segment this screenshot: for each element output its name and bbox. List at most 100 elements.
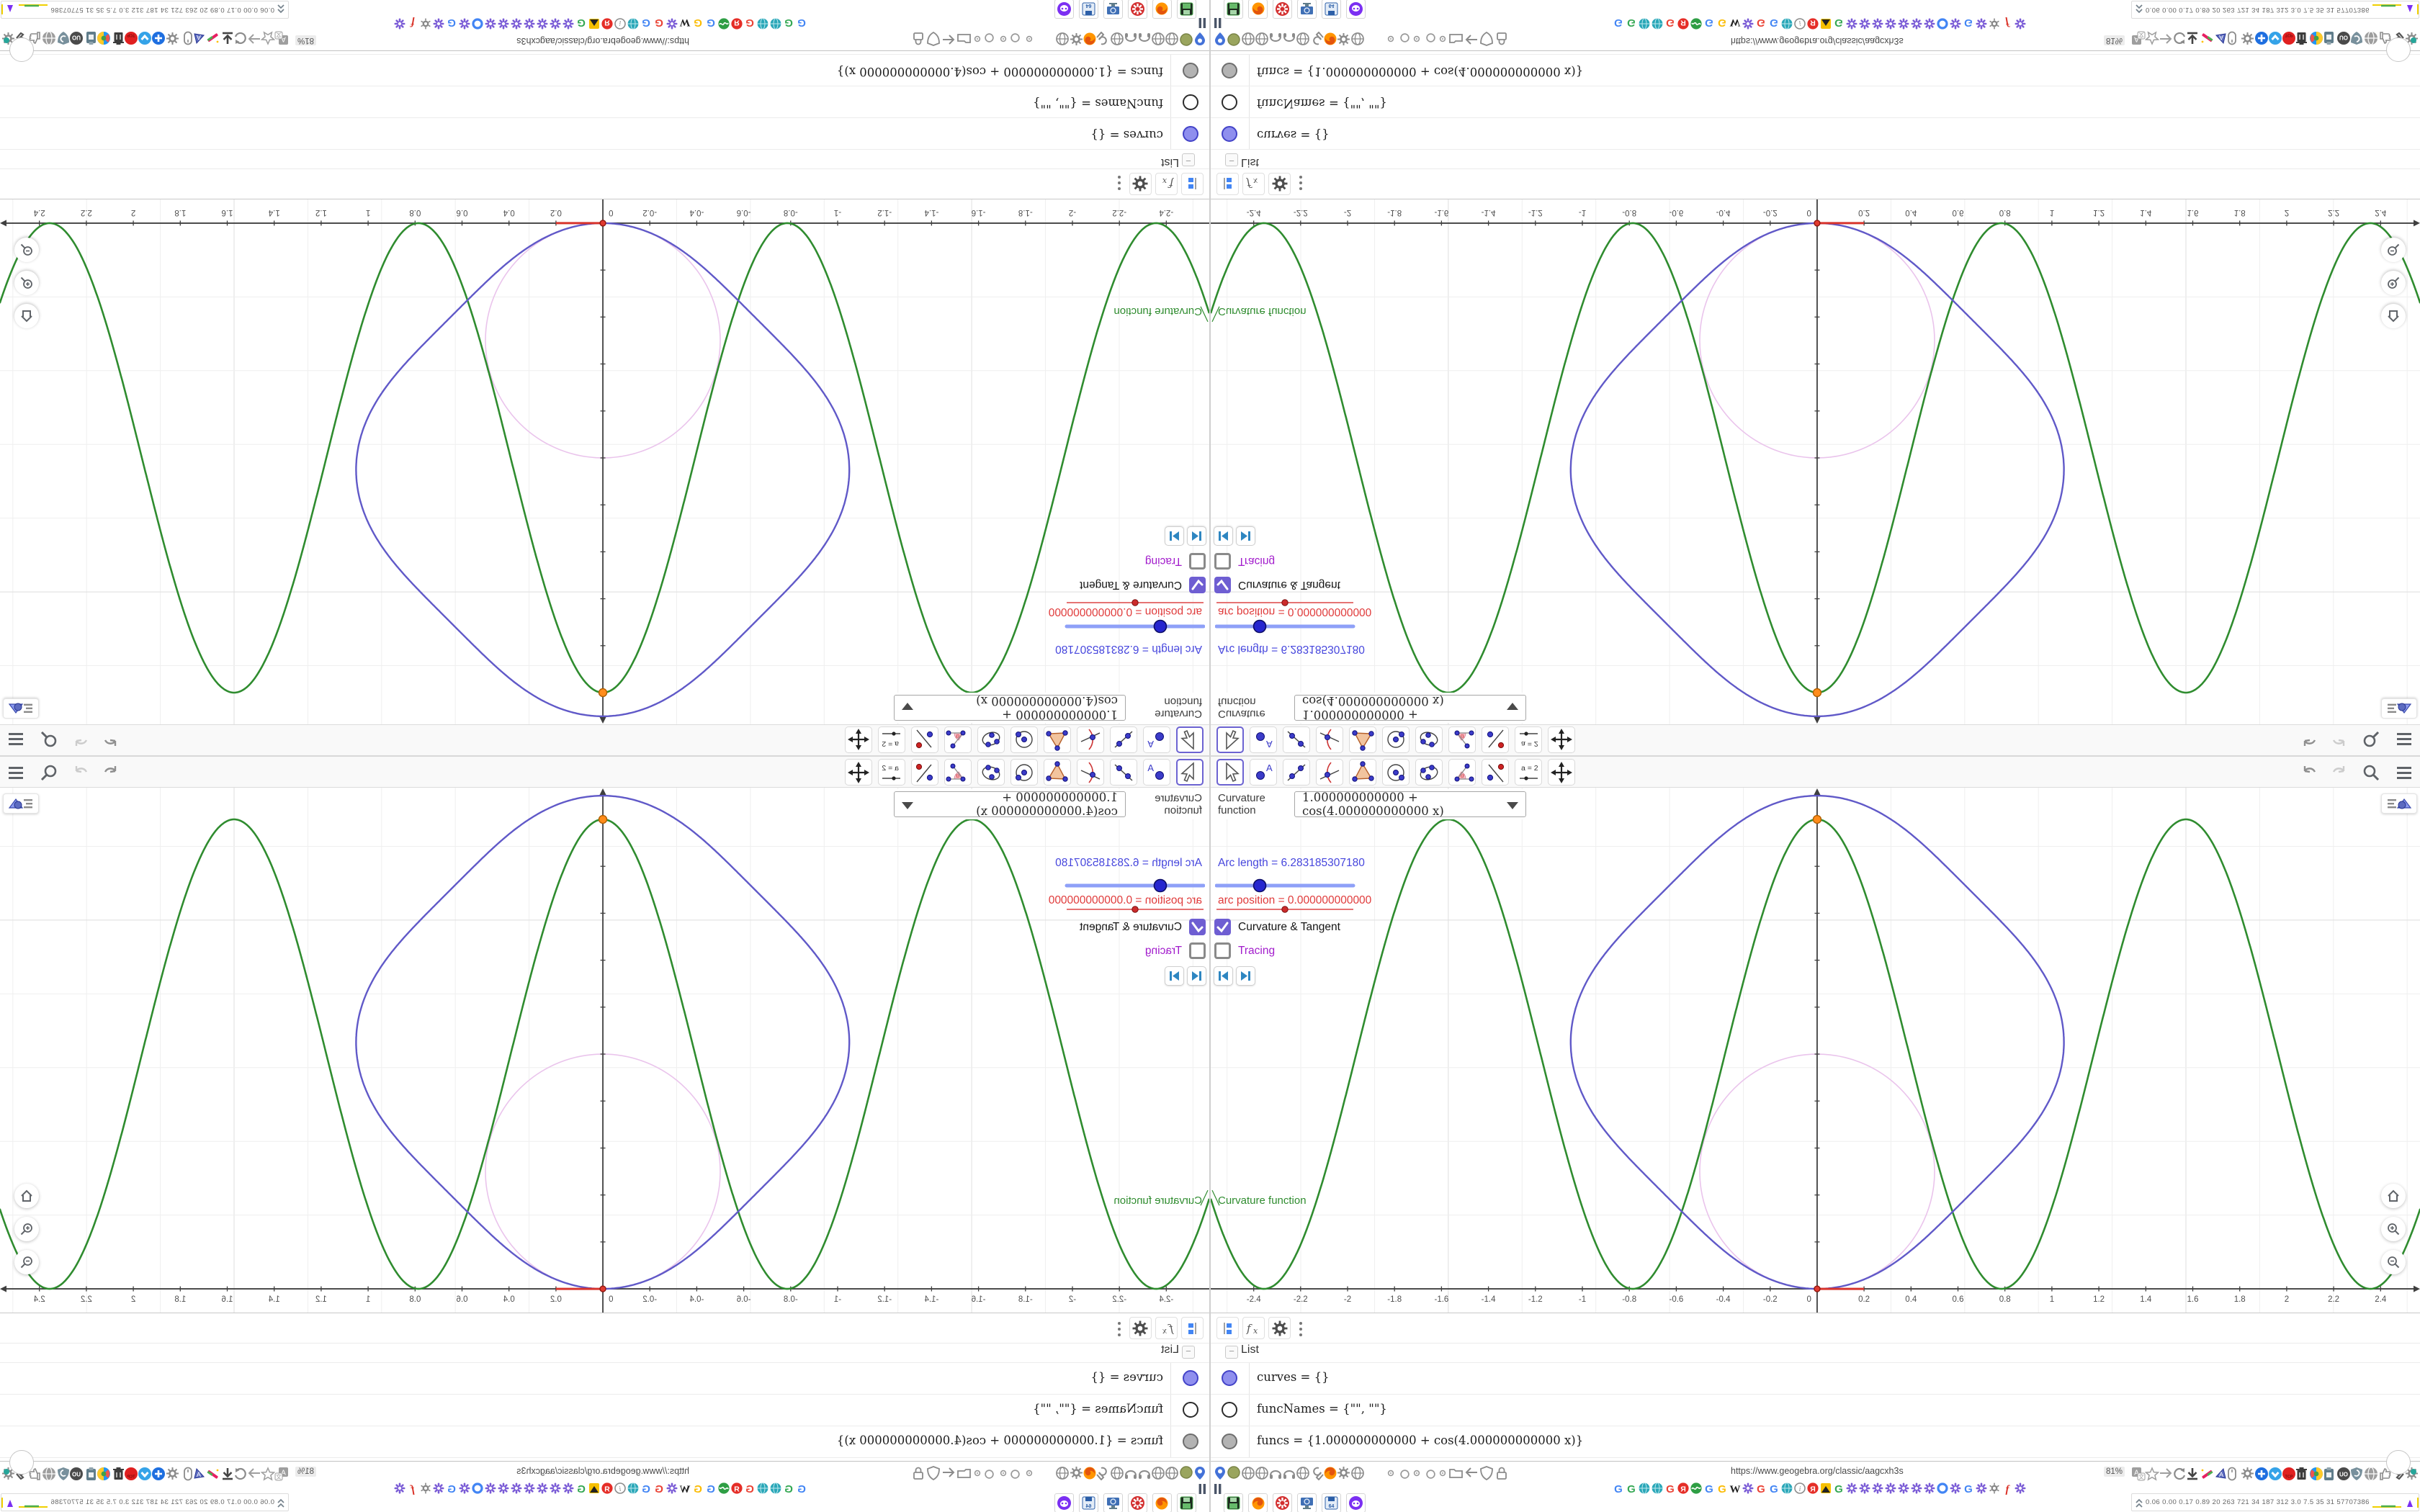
visibility-toggle[interactable] — [1183, 1402, 1198, 1418]
flower-icon[interactable] — [1898, 18, 1909, 30]
gear-fav-icon[interactable] — [1989, 1482, 2000, 1494]
skip-start-button[interactable] — [1187, 966, 1206, 986]
globe-color-icon[interactable] — [97, 31, 111, 45]
grid-yb-icon[interactable] — [588, 1482, 600, 1494]
gear-sm-icon[interactable] — [2241, 1467, 2254, 1480]
ud-icon[interactable]: UO — [69, 31, 84, 45]
coin-icon[interactable] — [1227, 33, 1240, 46]
kite-icon[interactable]: A — [2213, 1467, 2228, 1481]
kite-icon[interactable]: A — [2213, 31, 2228, 45]
tool-reflect-about-line-button[interactable] — [911, 726, 938, 753]
zoom-in-button[interactable] — [14, 1217, 39, 1241]
redo-button[interactable] — [2330, 763, 2349, 782]
gear-red-shortcut[interactable] — [1273, 0, 1292, 19]
arrow-right-icon[interactable] — [247, 32, 261, 45]
save-green-shortcut[interactable] — [1177, 1493, 1196, 1512]
G-icon[interactable]: G — [640, 17, 652, 30]
globe-teal-icon[interactable] — [1639, 18, 1650, 30]
tool-point-button[interactable]: A — [1143, 726, 1170, 753]
G-icon[interactable]: G — [1703, 1482, 1715, 1495]
curvature-function-input[interactable]: 1.000000000000 + cos(4.000000000000 x) — [894, 791, 1126, 818]
down-circle-icon[interactable] — [2268, 1467, 2282, 1481]
gear-fav-icon[interactable] — [420, 18, 431, 30]
zoom-in-button[interactable] — [2381, 271, 2406, 295]
refresh-icon[interactable] — [233, 1467, 248, 1481]
star-icon[interactable] — [2145, 1467, 2159, 1481]
ya-icon[interactable]: Я — [1677, 1482, 1689, 1494]
translate-icon[interactable]: A文 — [274, 1467, 289, 1481]
monitor-app-shortcut[interactable] — [1297, 1493, 1317, 1512]
G-icon[interactable]: G — [1768, 1482, 1780, 1495]
firefox-box-shortcut[interactable] — [1248, 0, 1268, 19]
W-icon[interactable]: W — [679, 1482, 691, 1495]
headset-icon[interactable] — [1124, 1466, 1138, 1480]
plus-circle-icon[interactable] — [2254, 31, 2269, 45]
shield2-icon[interactable] — [2350, 31, 2363, 45]
redo-button[interactable] — [71, 730, 90, 749]
wave-icon[interactable] — [718, 18, 730, 30]
skip-end-button[interactable] — [1236, 966, 1255, 986]
flower-icon[interactable] — [1976, 18, 1987, 30]
curvature-function-input[interactable]: 1.000000000000 + cos(4.000000000000 x) — [1294, 694, 1526, 721]
dropdown-caret-icon[interactable] — [1507, 703, 1518, 710]
home-button[interactable] — [2381, 304, 2406, 328]
menu-button[interactable] — [6, 763, 25, 782]
flower-icon[interactable] — [537, 1482, 548, 1494]
trash-icon[interactable] — [2295, 1467, 2308, 1481]
f-icon[interactable]: f — [2002, 1482, 2013, 1495]
lock-icon[interactable] — [1496, 1466, 1507, 1480]
wrench-icon[interactable] — [1096, 1466, 1111, 1480]
flower-icon[interactable] — [1859, 18, 1870, 30]
kite-icon[interactable]: A — [192, 31, 207, 45]
info-icon[interactable]: i — [614, 1482, 626, 1494]
ya-icon[interactable]: Я — [1677, 18, 1689, 30]
flower-icon[interactable] — [1872, 1482, 1883, 1494]
floppy-64-shortcut[interactable]: 64 — [1079, 0, 1098, 19]
globe-teal-icon[interactable] — [757, 18, 768, 30]
floppy-64-shortcut[interactable]: 64 — [1322, 1493, 1341, 1512]
magic-icon[interactable] — [206, 1467, 220, 1481]
monitor-app-shortcut[interactable] — [1103, 0, 1123, 19]
undo-button[interactable] — [102, 730, 120, 749]
G-icon[interactable]: G — [653, 1482, 665, 1495]
download-icon[interactable] — [2186, 1467, 2199, 1481]
firefox-icon[interactable] — [1323, 32, 1337, 46]
fx-button[interactable]: fx — [1242, 173, 1265, 195]
auxiliary-objects-button[interactable] — [1216, 1317, 1239, 1339]
tool-ellipse-button[interactable] — [1415, 726, 1443, 753]
arrow-left-icon[interactable] — [941, 33, 956, 46]
grid-yb-icon[interactable] — [588, 18, 600, 30]
star-icon[interactable] — [261, 1467, 275, 1481]
headset-icon[interactable] — [1282, 32, 1296, 46]
gear-sm-icon[interactable] — [166, 1467, 179, 1480]
algebra-row-value[interactable]: curves = {} — [1090, 1370, 1163, 1384]
gear-sm-icon[interactable] — [166, 32, 179, 45]
tool-line-button[interactable] — [1283, 759, 1310, 786]
shield2-icon[interactable] — [2350, 1467, 2363, 1481]
dropdown-caret-icon[interactable] — [902, 703, 913, 710]
flower-icon[interactable] — [1885, 18, 1896, 30]
lock-icon[interactable] — [913, 32, 924, 46]
ya-icon[interactable]: Я — [731, 18, 743, 30]
wave-icon[interactable] — [718, 1482, 730, 1494]
G-icon[interactable]: G — [796, 17, 807, 30]
tool-circle-center-point-button[interactable] — [1382, 759, 1410, 786]
tool-reflect-about-line-button[interactable] — [911, 759, 938, 786]
tool-circle-center-point-button[interactable] — [1382, 726, 1410, 753]
tool-perpendicular-line-button[interactable] — [1077, 726, 1104, 753]
tool-perpendicular-line-button[interactable] — [1316, 726, 1343, 753]
globe-teal-icon[interactable] — [757, 1482, 768, 1494]
gear-sm-icon[interactable] — [1070, 1466, 1083, 1480]
globe-teal-icon[interactable] — [627, 1482, 639, 1494]
trash-icon[interactable] — [112, 31, 125, 45]
arc-length-slider[interactable] — [1215, 878, 1359, 894]
G-icon[interactable]: G — [1833, 17, 1845, 30]
globe-icon[interactable] — [1055, 32, 1070, 46]
down-circle-icon[interactable] — [138, 1467, 152, 1481]
visibility-toggle[interactable] — [1222, 1370, 1237, 1386]
visibility-toggle[interactable] — [1183, 1370, 1198, 1386]
firefox-icon[interactable] — [1083, 32, 1097, 46]
graphics-canvas[interactable]: -2.4 -2.2 -2 -1.8 -1.6 -1.4 -1.2 -1 -0.8 -0.6 -0.4… — [1211, 199, 2420, 724]
algebra-row-value[interactable]: funcNames = {"", ""} — [1033, 96, 1163, 110]
ring-icon[interactable] — [472, 1482, 483, 1494]
